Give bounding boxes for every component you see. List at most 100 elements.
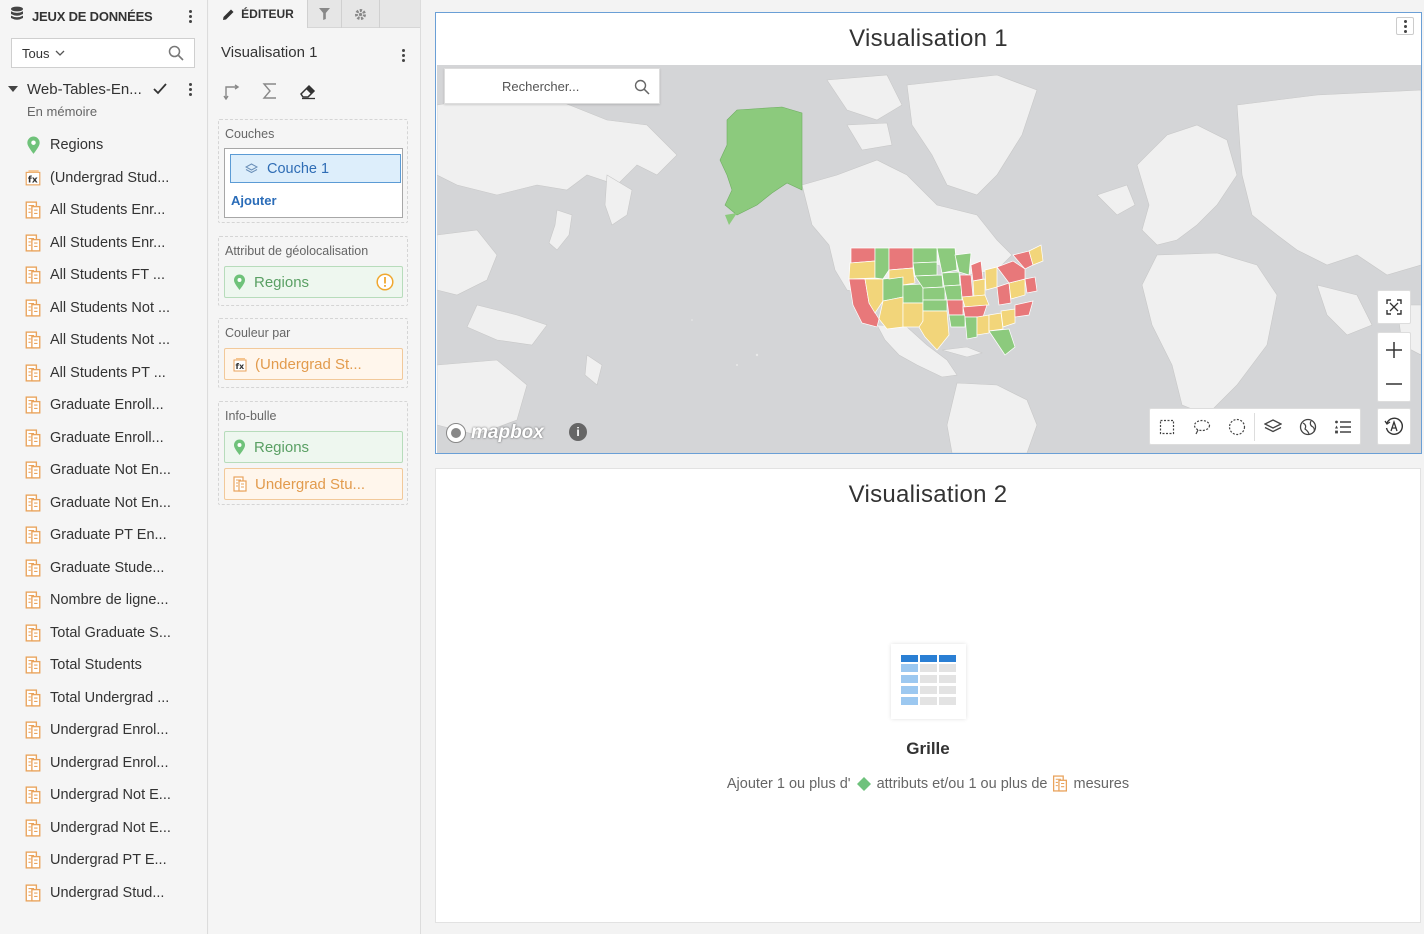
dataset-filter[interactable]: Tous <box>11 38 195 68</box>
search-icon[interactable] <box>634 79 650 95</box>
tooltip-pill-metric[interactable]: Undergrad Stu... <box>224 468 403 500</box>
info-icon[interactable]: i <box>569 423 587 441</box>
metric-icon <box>25 266 41 284</box>
layer-name: Couche 1 <box>267 160 330 177</box>
tooltip-pill-regions[interactable]: Regions <box>224 431 403 463</box>
field-item[interactable]: Total Graduate S... <box>24 621 184 645</box>
field-item[interactable]: Nombre de ligne... <box>24 588 184 612</box>
field-item[interactable]: All Students Enr... <box>24 198 184 222</box>
app-root: JEUX DE DONNÉES Tous Web-Tables-En... En… <box>0 0 1424 934</box>
field-item[interactable]: Undergrad Not E... <box>24 783 184 807</box>
field-icon <box>24 558 42 577</box>
field-label: Undergrad Stud... <box>50 884 165 901</box>
viz1-menu-button[interactable] <box>1396 17 1414 35</box>
field-item[interactable]: All Students Not ... <box>24 296 184 320</box>
field-item[interactable]: All Students Not ... <box>24 328 184 352</box>
geo-attribute-pill[interactable]: Regions <box>224 266 403 298</box>
field-item[interactable]: All Students FT ... <box>24 263 184 287</box>
metric-icon <box>25 851 41 869</box>
color-by-pill[interactable]: fx (Undergrad St... <box>224 348 403 380</box>
search-icon[interactable] <box>168 45 184 61</box>
add-layer-button[interactable]: Ajouter <box>231 193 277 208</box>
field-icon <box>24 201 42 219</box>
field-label: Undergrad PT E... <box>50 852 167 868</box>
metric-icon <box>25 591 41 609</box>
field-label: Regions <box>50 137 104 153</box>
tab-editor[interactable]: ÉDITEUR <box>209 0 308 28</box>
field-item[interactable]: fx (Undergrad Stud... <box>24 166 184 190</box>
field-item[interactable]: Total Undergrad ... <box>24 686 184 710</box>
zoom-out-button[interactable] <box>1385 367 1403 401</box>
tab-settings[interactable] <box>342 0 380 28</box>
field-item[interactable]: Graduate Enroll... <box>24 393 184 417</box>
filter-select[interactable]: Tous <box>22 46 168 61</box>
caret-down-icon[interactable] <box>8 85 18 93</box>
editor-viz-menu-button[interactable] <box>396 49 410 62</box>
tooltip-zone: Info-bulle Regions Undergrad Stu... <box>218 401 408 505</box>
tab-filter[interactable] <box>308 0 342 28</box>
field-item[interactable]: Undergrad Stud... <box>24 881 184 905</box>
fit-extent-button[interactable] <box>1377 290 1411 324</box>
field-item[interactable]: Total Students <box>24 653 184 677</box>
field-item[interactable]: Graduate Not En... <box>24 458 184 482</box>
field-item[interactable]: Undergrad PT E... <box>24 848 184 872</box>
dataset-name: Web-Tables-En... <box>27 80 142 98</box>
field-item[interactable]: Undergrad Enrol... <box>24 718 184 742</box>
filter-icon <box>319 8 330 20</box>
field-item[interactable]: Graduate Stude... <box>24 556 184 580</box>
layers-icon <box>245 162 258 173</box>
swap-axes-icon[interactable] <box>221 80 243 102</box>
field-label: Graduate Not En... <box>50 494 171 511</box>
geo-attribute-value: Regions <box>254 273 310 291</box>
layer-item[interactable]: Couche 1 <box>230 154 401 183</box>
globe-icon[interactable] <box>1290 409 1325 444</box>
field-icon <box>24 591 42 609</box>
dataset-row[interactable]: Web-Tables-En... <box>8 78 200 100</box>
lasso-select-icon[interactable] <box>1185 409 1220 444</box>
field-label: Total Students <box>50 657 142 673</box>
visualization-2[interactable]: Visualisation 2 Grille Ajouter 1 ou plus… <box>435 468 1421 923</box>
field-item[interactable]: Graduate PT En... <box>24 523 184 547</box>
field-item[interactable]: Undergrad Enrol... <box>24 751 184 775</box>
layers-label: Couches <box>225 127 275 141</box>
legend-icon[interactable] <box>1325 409 1360 444</box>
warning-icon[interactable] <box>376 273 394 291</box>
tab-editor-label: ÉDITEUR <box>241 7 294 21</box>
map-search-input[interactable]: Rechercher... <box>444 68 660 104</box>
map-area[interactable]: Rechercher... mapbox i <box>437 65 1421 453</box>
field-label: Graduate Enroll... <box>50 429 164 446</box>
metric-icon <box>25 298 41 317</box>
field-label: Graduate Stude... <box>50 559 165 576</box>
field-item[interactable]: All Students PT ... <box>24 361 184 385</box>
map-pin-icon <box>234 274 245 290</box>
datasets-menu-button[interactable] <box>183 9 197 23</box>
layers-toggle-icon[interactable] <box>1255 409 1290 444</box>
color-by-zone: Couleur par fx (Undergrad St... <box>218 318 408 388</box>
zoom-in-button[interactable] <box>1385 333 1403 367</box>
eraser-icon[interactable] <box>297 80 319 102</box>
field-item[interactable]: Regions <box>24 133 184 157</box>
field-item[interactable]: All Students Enr... <box>24 231 184 255</box>
field-item[interactable]: Undergrad Not E... <box>24 816 184 840</box>
checkmark-icon <box>153 83 167 95</box>
reset-north-button[interactable] <box>1377 408 1411 445</box>
world-map[interactable] <box>437 65 1421 453</box>
circle-select-icon[interactable] <box>1220 409 1255 444</box>
metric-icon <box>233 476 247 492</box>
sigma-icon[interactable] <box>259 80 281 102</box>
mapbox-logo[interactable]: mapbox <box>445 422 544 444</box>
map-pin-icon <box>26 136 40 154</box>
hint-text-2: attributs et/ou 1 ou plus de <box>876 775 1048 792</box>
field-item[interactable]: Graduate Not En... <box>24 491 184 515</box>
dataset-menu-button[interactable] <box>183 82 197 96</box>
field-item[interactable]: Graduate Enroll... <box>24 426 184 450</box>
field-icon <box>24 526 42 544</box>
editor-tabs: ÉDITEUR <box>209 0 420 28</box>
metric-icon <box>1053 775 1068 792</box>
datasets-panel: JEUX DE DONNÉES Tous Web-Tables-En... En… <box>0 0 208 934</box>
rectangle-select-icon[interactable] <box>1150 409 1185 444</box>
attribute-diamond-icon <box>856 776 871 791</box>
metric-icon <box>25 883 41 902</box>
map-search-placeholder: Rechercher... <box>502 78 580 94</box>
visualization-1[interactable]: Visualisation 1 Rechercher... mapbox i <box>435 12 1422 454</box>
